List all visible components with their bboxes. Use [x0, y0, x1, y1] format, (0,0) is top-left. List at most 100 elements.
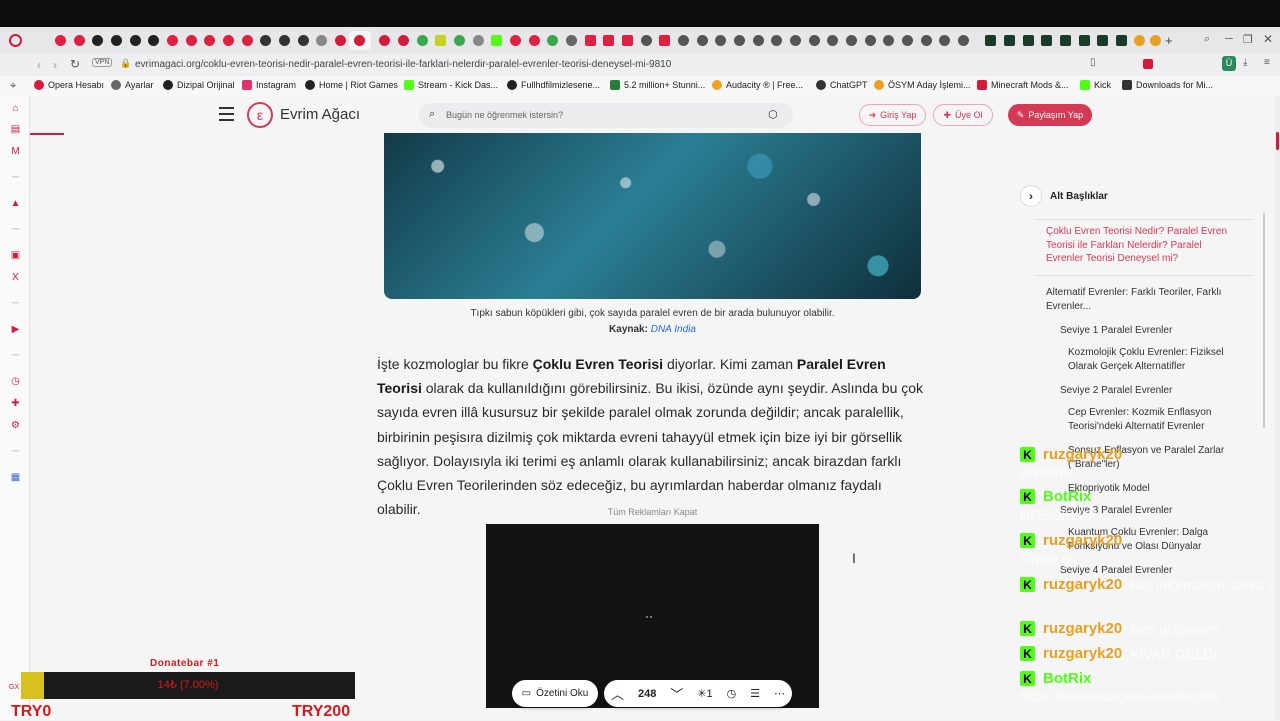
- tab-favicon-icon[interactable]: [1060, 35, 1071, 46]
- tab-favicon-icon[interactable]: [566, 35, 577, 46]
- tab-favicon-icon[interactable]: [753, 35, 764, 46]
- tab-favicon-icon[interactable]: [659, 35, 670, 46]
- bookmark-item[interactable]: Minecraft Mods &...: [977, 80, 1069, 90]
- tab-favicon-icon[interactable]: [547, 35, 558, 46]
- tab-favicon-icon[interactable]: [1150, 35, 1161, 46]
- bookmark-item[interactable]: Dizipal Orijinal: [163, 80, 235, 90]
- tab-favicon-icon[interactable]: [622, 35, 633, 46]
- url-field[interactable]: evrimagaci.org/coklu-evren-teorisi-nedir…: [135, 59, 671, 70]
- toc-item[interactable]: Cep Evrenler: Kozmik Enflasyon Teorisi'n…: [1068, 406, 1238, 433]
- toc-item[interactable]: Seviye 1 Paralel Evrenler: [1060, 324, 1240, 338]
- bookmark-item[interactable]: Ayarlar: [111, 80, 153, 90]
- upvote-icon[interactable]: ︿: [611, 684, 624, 703]
- minimize-icon[interactable]: ─: [1225, 33, 1233, 45]
- sidebar-twitch-icon[interactable]: ▣: [10, 250, 21, 261]
- back-icon[interactable]: ‹: [37, 58, 41, 72]
- maximize-icon[interactable]: ❐: [1243, 33, 1253, 46]
- comments-button[interactable]: ✳1: [697, 687, 712, 700]
- toc-item[interactable]: Ektopriyotik Model: [1068, 482, 1238, 496]
- tab-favicon-icon[interactable]: [846, 35, 857, 46]
- chevron-right-icon[interactable]: ›: [1020, 185, 1042, 207]
- tab-favicon-icon[interactable]: [379, 35, 390, 46]
- tab-favicon-icon[interactable]: [1116, 35, 1127, 46]
- youtube-tab-icon[interactable]: [55, 35, 66, 46]
- bookmark-item[interactable]: Opera Hesabı: [34, 80, 104, 90]
- bookmark-item[interactable]: ChatGPT: [816, 80, 868, 90]
- tab-favicon-icon[interactable]: [435, 35, 446, 46]
- tab-favicon-icon[interactable]: [130, 35, 141, 46]
- tab-favicon-icon[interactable]: [260, 35, 271, 46]
- sidebar-player-icon[interactable]: ▶: [10, 324, 21, 335]
- sidebar-x-icon[interactable]: X: [10, 272, 21, 283]
- tab-favicon-icon[interactable]: [641, 35, 652, 46]
- tab-favicon-icon[interactable]: [771, 35, 782, 46]
- share-button[interactable]: ✎ Paylaşım Yap: [1008, 104, 1092, 126]
- toc-item[interactable]: Alternatif Evrenler: Farklı Teoriler, Fa…: [1046, 286, 1236, 313]
- read-summary-button[interactable]: ▭ Özetini Oku: [512, 680, 598, 707]
- youtube-tab-icon[interactable]: [186, 35, 197, 46]
- toc-item[interactable]: Seviye 2 Paralel Evrenler: [1060, 384, 1240, 398]
- hamburger-menu-icon[interactable]: [219, 107, 234, 121]
- tab-favicon-icon[interactable]: [223, 35, 234, 46]
- tab-favicon-icon[interactable]: [92, 35, 103, 46]
- more-icon[interactable]: ⋯: [774, 687, 785, 700]
- youtube-tab-icon[interactable]: [167, 35, 178, 46]
- tab-favicon-icon[interactable]: [1004, 35, 1015, 46]
- tab-favicon-icon[interactable]: [809, 35, 820, 46]
- tab-favicon-icon[interactable]: [603, 35, 614, 46]
- tab-favicon-icon[interactable]: [1097, 35, 1108, 46]
- bookmark-item[interactable]: Downloads for Mi...: [1122, 80, 1213, 90]
- toc-item[interactable]: Kozmolojik Çoklu Evrenler: Fiziksel Olar…: [1068, 346, 1238, 373]
- signup-button[interactable]: ✚ Üye Ol: [933, 104, 993, 126]
- bookmark-item[interactable]: Instagram: [242, 80, 296, 90]
- vpn-badge[interactable]: VPN: [92, 58, 113, 67]
- tab-favicon-icon[interactable]: [678, 35, 689, 46]
- bookmark-item[interactable]: Kick: [1080, 80, 1111, 90]
- tab-favicon-icon[interactable]: [316, 35, 327, 46]
- tab-favicon-icon[interactable]: [790, 35, 801, 46]
- page-scrollbar[interactable]: [1275, 96, 1280, 720]
- tab-favicon-icon[interactable]: [148, 35, 159, 46]
- reload-icon[interactable]: ↻: [70, 57, 80, 71]
- toc-scrollbar[interactable]: [1263, 213, 1265, 428]
- sidebar-mail-icon[interactable]: M: [10, 146, 21, 157]
- evrim-agaci-tab-icon[interactable]: [354, 35, 365, 46]
- tab-favicon-icon[interactable]: [902, 35, 913, 46]
- opera-logo-icon[interactable]: [9, 34, 22, 47]
- tab-favicon-icon[interactable]: [1079, 35, 1090, 46]
- tab-favicon-icon[interactable]: [921, 35, 932, 46]
- tab-favicon-icon[interactable]: [242, 35, 253, 46]
- bookmark-item[interactable]: Stream - Kick Das...: [404, 80, 498, 90]
- profile-avatar[interactable]: Ü: [1222, 56, 1236, 71]
- bookmark-item[interactable]: ÖSYM Aday İşlemi...: [874, 80, 971, 90]
- youtube-tab-icon[interactable]: [204, 35, 215, 46]
- pocket-icon[interactable]: [1143, 59, 1153, 69]
- list-icon[interactable]: ☰: [750, 687, 760, 700]
- tab-favicon-icon[interactable]: [939, 35, 950, 46]
- sidebar-news-icon[interactable]: ▤: [10, 124, 21, 135]
- bookmark-item[interactable]: Audacity ® | Free...: [712, 80, 803, 90]
- tab-favicon-icon[interactable]: [865, 35, 876, 46]
- tab-favicon-icon[interactable]: [734, 35, 745, 46]
- tab-favicon-icon[interactable]: [279, 35, 290, 46]
- page-scrollbar-thumb[interactable]: [1276, 132, 1279, 150]
- add-bookmark-icon[interactable]: ⌖: [10, 80, 16, 92]
- close-all-ads-link[interactable]: Tüm Reklamları Kapat: [486, 507, 819, 517]
- tab-favicon-icon[interactable]: [827, 35, 838, 46]
- tab-favicon-icon[interactable]: [398, 35, 409, 46]
- evrim-agaci-logo-icon[interactable]: ε: [247, 102, 273, 128]
- tab-favicon-icon[interactable]: [298, 35, 309, 46]
- sidebar-app-icon[interactable]: ▲: [10, 198, 21, 209]
- tab-favicon-icon[interactable]: [510, 35, 521, 46]
- tab-favicon-icon[interactable]: [1041, 35, 1052, 46]
- download-icon[interactable]: ⤓: [1243, 57, 1247, 68]
- sidebar-app-icon[interactable]: ▦: [10, 472, 21, 483]
- forward-icon[interactable]: ›: [53, 58, 57, 72]
- tab-favicon-icon[interactable]: [335, 35, 346, 46]
- site-search-input[interactable]: ⌕ Bugün ne öğrenmek istersin? ⬡: [419, 103, 793, 128]
- site-logo-text[interactable]: Evrim Ağacı: [280, 106, 360, 123]
- tab-favicon-icon[interactable]: [454, 35, 465, 46]
- close-window-icon[interactable]: ✕: [1263, 32, 1273, 46]
- search-tabs-icon[interactable]: ⌕: [1204, 33, 1210, 46]
- cube-icon[interactable]: ⬡: [768, 108, 778, 121]
